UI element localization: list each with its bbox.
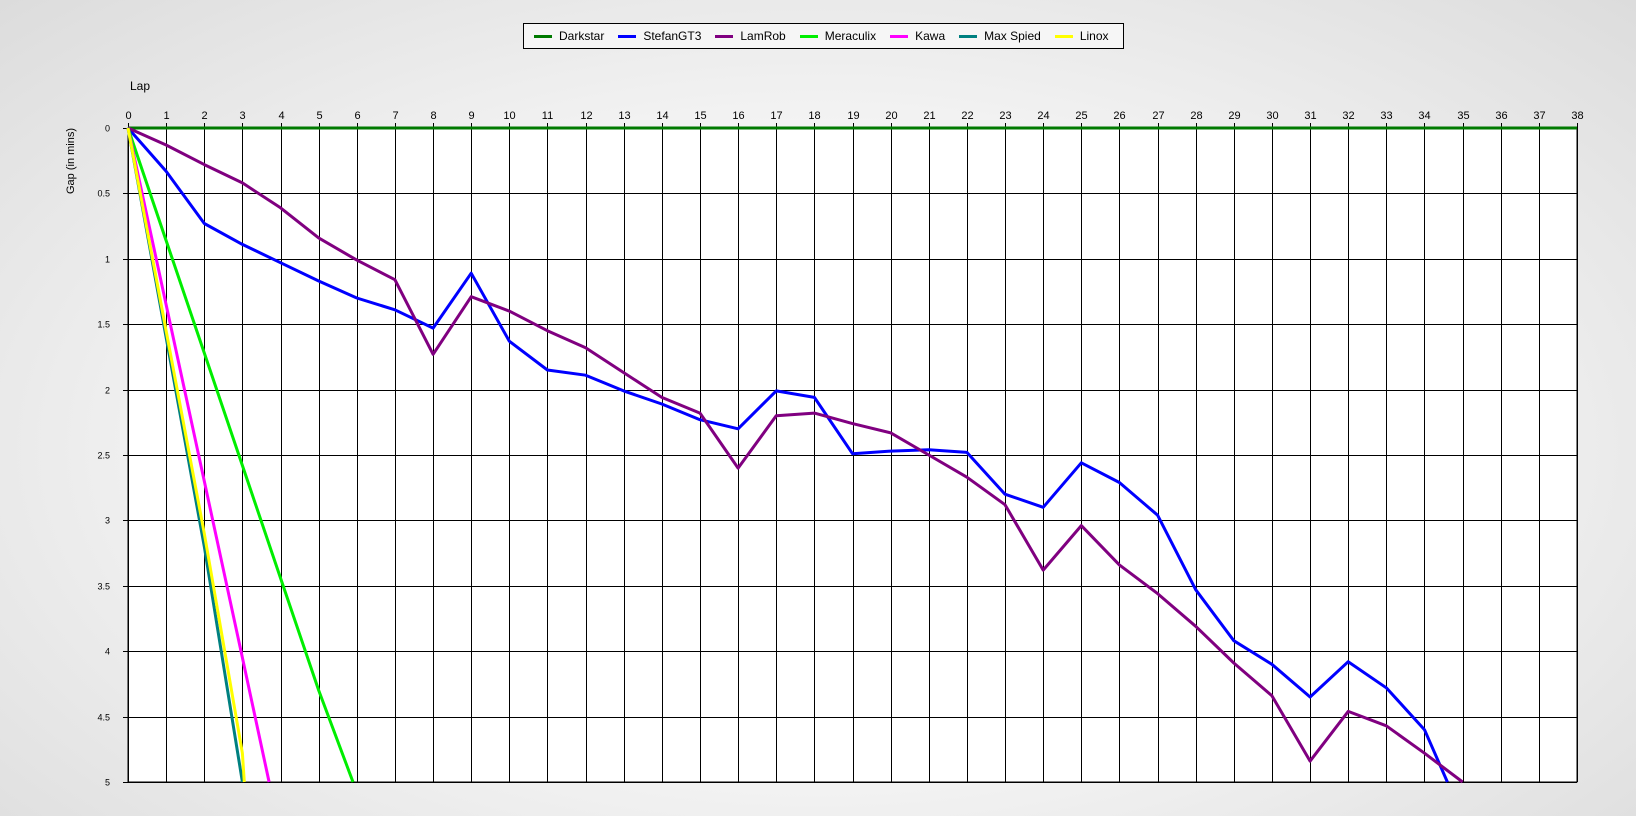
x-tick-label: 27 xyxy=(1152,110,1164,122)
x-tick-label: 31 xyxy=(1304,110,1316,122)
y-tick-label: 3 xyxy=(105,516,110,526)
x-tick-label: 4 xyxy=(278,110,284,122)
x-tick-label: 3 xyxy=(239,110,245,122)
x-tick-label: 21 xyxy=(923,110,935,122)
x-tick-label: 8 xyxy=(430,110,436,122)
chart-area: 0 1 2 3 4 5 6 7 8 9 10 11 12 13 14 15 16 17 18 19 20 21 22 23 24… xyxy=(65,79,1584,788)
grid-layer: 0 1 2 3 4 5 6 7 8 9 10 11 12 13 14 15 16 17 18 19 20 21 22 23 24… xyxy=(97,110,1583,788)
x-tick-label: 25 xyxy=(1075,110,1087,122)
x-tick-label: 23 xyxy=(999,110,1011,122)
x-tick-label: 0 xyxy=(125,110,131,122)
x-tick-label: 18 xyxy=(808,110,820,122)
x-tick-label: 37 xyxy=(1533,110,1545,122)
y-tick-label: 5 xyxy=(105,778,110,788)
x-tick-label: 29 xyxy=(1228,110,1240,122)
x-tick-label: 9 xyxy=(468,110,474,122)
x-tick-label: 13 xyxy=(618,110,630,122)
x-tick-label: 24 xyxy=(1037,110,1049,122)
x-tick-label: 33 xyxy=(1380,110,1392,122)
x-tick-label: 16 xyxy=(732,110,744,122)
y-tick-label: 2 xyxy=(105,386,110,396)
x-tick-label: 12 xyxy=(580,110,592,122)
x-tick-label: 2 xyxy=(201,110,207,122)
x-tick-label: 30 xyxy=(1266,110,1278,122)
x-tick-label: 5 xyxy=(316,110,322,122)
y-tick-label: 0 xyxy=(105,124,110,134)
y-tick-label: 0.5 xyxy=(97,189,110,199)
x-tick-label: 36 xyxy=(1495,110,1507,122)
x-axis-label: Lap xyxy=(130,79,150,93)
x-tick-label: 22 xyxy=(961,110,973,122)
y-tick-label: 4.5 xyxy=(97,713,110,723)
y-tick-label: 3.5 xyxy=(97,582,110,592)
x-tick-label: 6 xyxy=(354,110,360,122)
x-tick-label: 20 xyxy=(885,110,897,122)
x-tick-label: 10 xyxy=(503,110,515,122)
x-tick-label: 14 xyxy=(656,110,668,122)
y-tick-label: 2.5 xyxy=(97,451,110,461)
y-axis-label: Gap (in mins) xyxy=(65,128,77,194)
x-tick-label: 38 xyxy=(1571,110,1583,122)
y-tick-label: 1 xyxy=(105,255,110,265)
x-tick-label: 34 xyxy=(1418,110,1430,122)
x-tick-label: 28 xyxy=(1190,110,1202,122)
x-tick-label: 32 xyxy=(1342,110,1354,122)
y-tick-label: 4 xyxy=(105,647,110,657)
x-tick-label: 11 xyxy=(542,110,553,122)
x-tick-label: 19 xyxy=(847,110,859,122)
x-tick-label: 7 xyxy=(392,110,398,122)
x-tick-label: 15 xyxy=(694,110,706,122)
x-tick-label: 1 xyxy=(163,110,169,122)
x-tick-label: 35 xyxy=(1457,110,1469,122)
x-tick-label: 17 xyxy=(770,110,782,122)
y-tick-label: 1.5 xyxy=(97,320,110,330)
x-tick-label: 26 xyxy=(1113,110,1125,122)
